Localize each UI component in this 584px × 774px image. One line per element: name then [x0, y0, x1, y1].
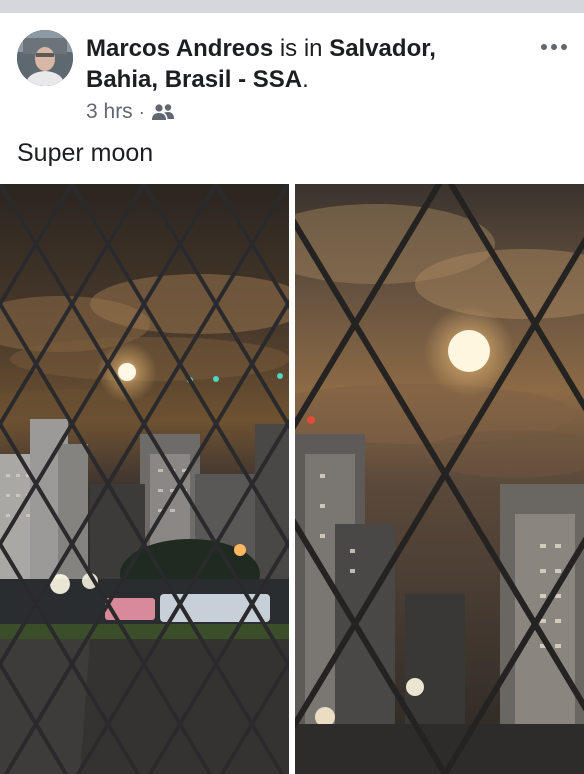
post-timestamp[interactable]: 3 hrs: [86, 100, 133, 124]
period-text: .: [302, 66, 309, 93]
meta-separator: ·: [138, 101, 145, 122]
friends-icon[interactable]: [151, 103, 175, 121]
photo-right[interactable]: [295, 184, 584, 774]
author-name-link[interactable]: Marcos Andreos: [86, 35, 273, 62]
more-dot: [541, 44, 547, 50]
photo-grid: [0, 184, 584, 774]
top-divider-bar: [0, 0, 584, 13]
post-caption: Super moon: [17, 139, 154, 167]
is-in-text: is in: [273, 35, 330, 62]
post-meta: 3 hrs ·: [86, 98, 175, 126]
avatar-image: [17, 30, 73, 86]
author-avatar[interactable]: [17, 30, 73, 86]
feed-post: Marcos Andreos is in Salvador, Bahia, Br…: [0, 13, 584, 774]
more-dot: [551, 44, 557, 50]
more-options-icon[interactable]: [538, 35, 570, 59]
more-dot: [561, 44, 567, 50]
photo-left[interactable]: [0, 184, 289, 774]
post-header: Marcos Andreos is in Salvador, Bahia, Br…: [86, 33, 506, 95]
